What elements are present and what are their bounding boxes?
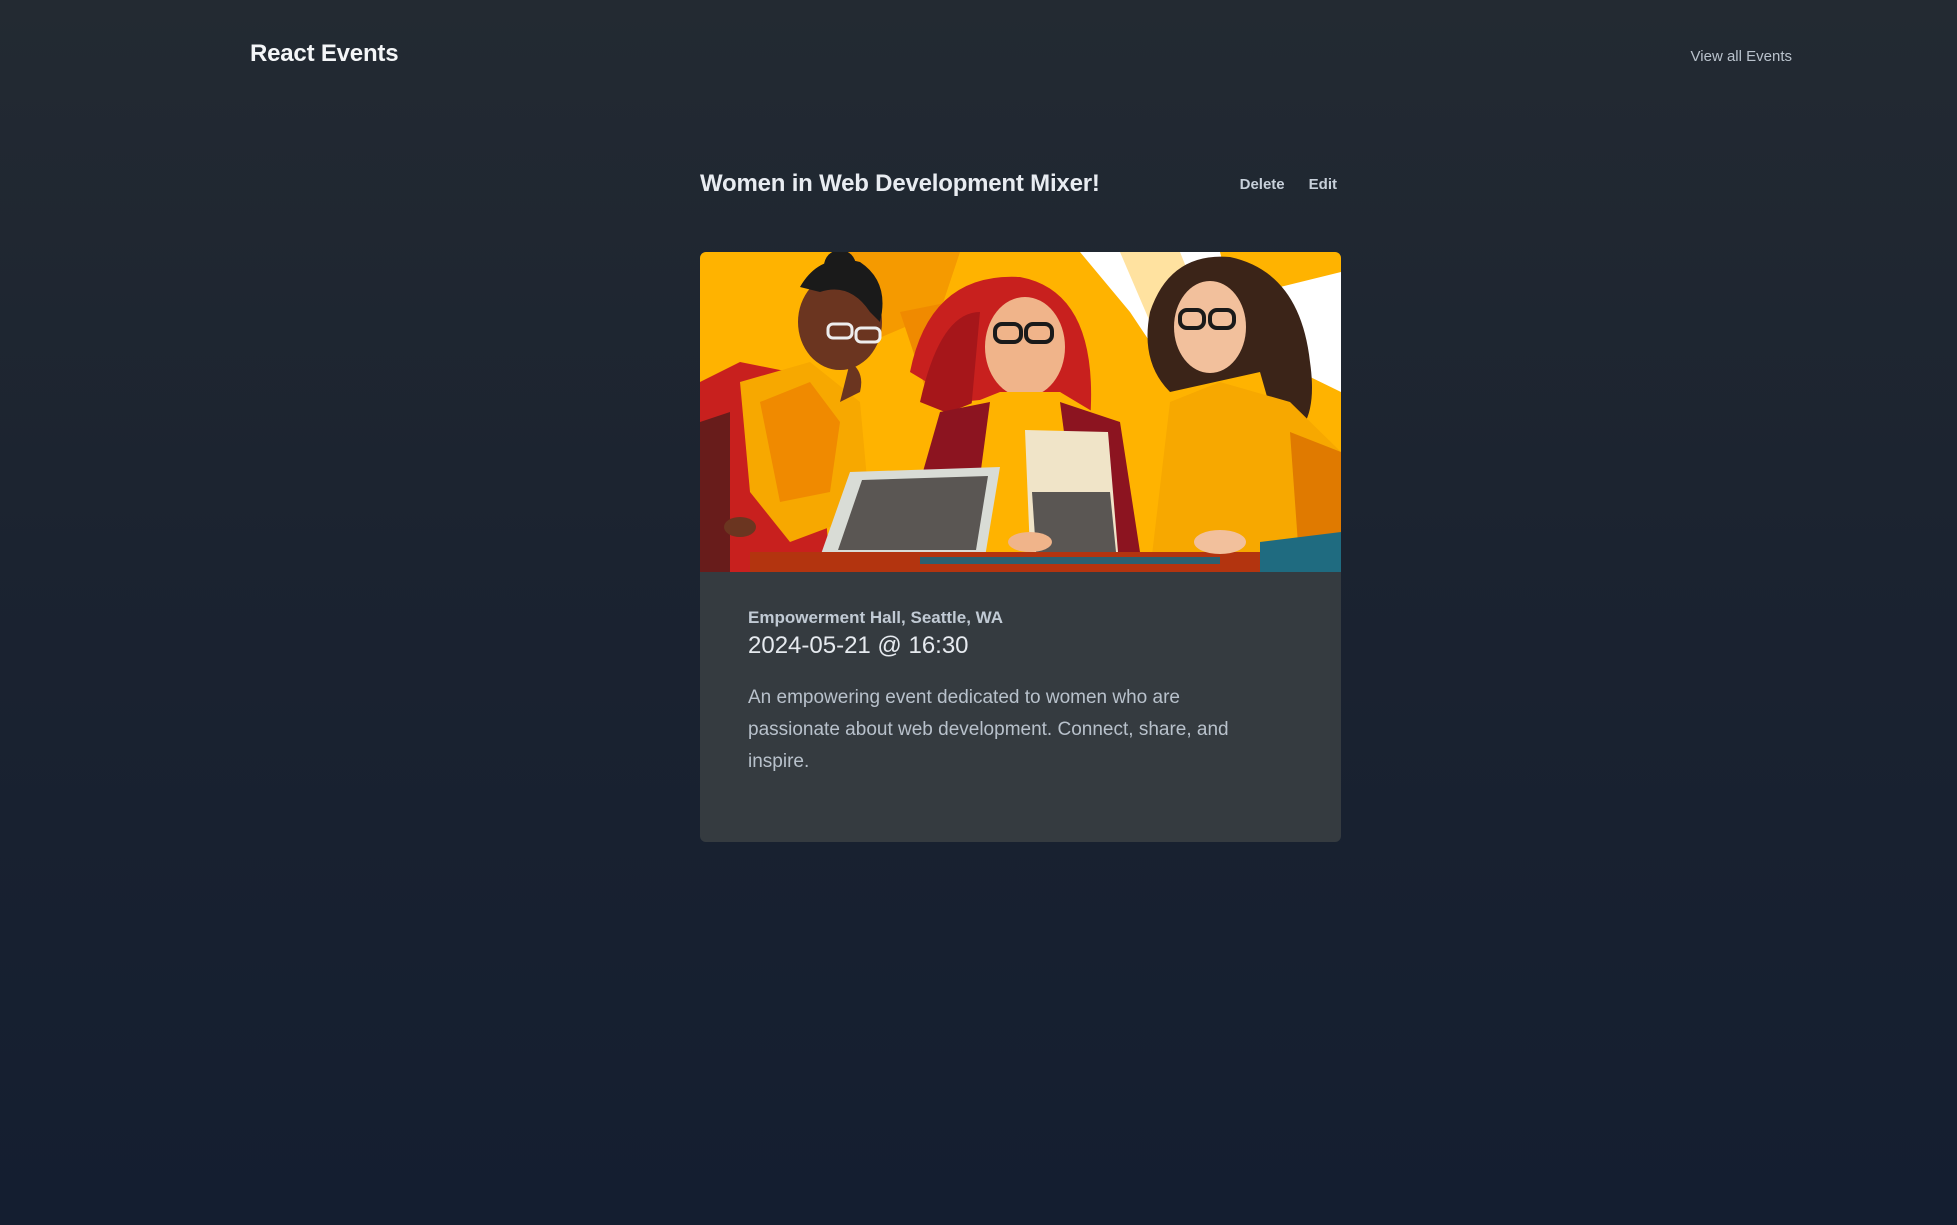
event-location: Empowerment Hall, Seattle, WA — [748, 608, 1004, 627]
view-all-events-link[interactable]: View all Events — [1691, 48, 1792, 65]
event-card: Empowerment Hall, Seattle, WA 2024-05-21… — [700, 252, 1341, 842]
top-nav: React Events View all Events — [0, 0, 1957, 114]
event-datetime: 2024-05-21 @ 16:30 — [748, 632, 969, 659]
brand-logo-text[interactable]: React Events — [250, 40, 399, 68]
event-actions: Delete Edit — [1240, 176, 1337, 193]
event-image — [700, 252, 1341, 572]
delete-button[interactable]: Delete — [1240, 176, 1285, 193]
event-details: Empowerment Hall, Seattle, WA 2024-05-21… — [748, 608, 1268, 778]
edit-button[interactable]: Edit — [1309, 176, 1337, 193]
event-description: An empowering event dedicated to women w… — [748, 687, 1229, 772]
event-title: Women in Web Development Mixer! — [700, 170, 1100, 197]
event-title-row: Women in Web Development Mixer! Delete E… — [700, 168, 1341, 204]
event-detail: Women in Web Development Mixer! Delete E… — [700, 168, 1341, 842]
